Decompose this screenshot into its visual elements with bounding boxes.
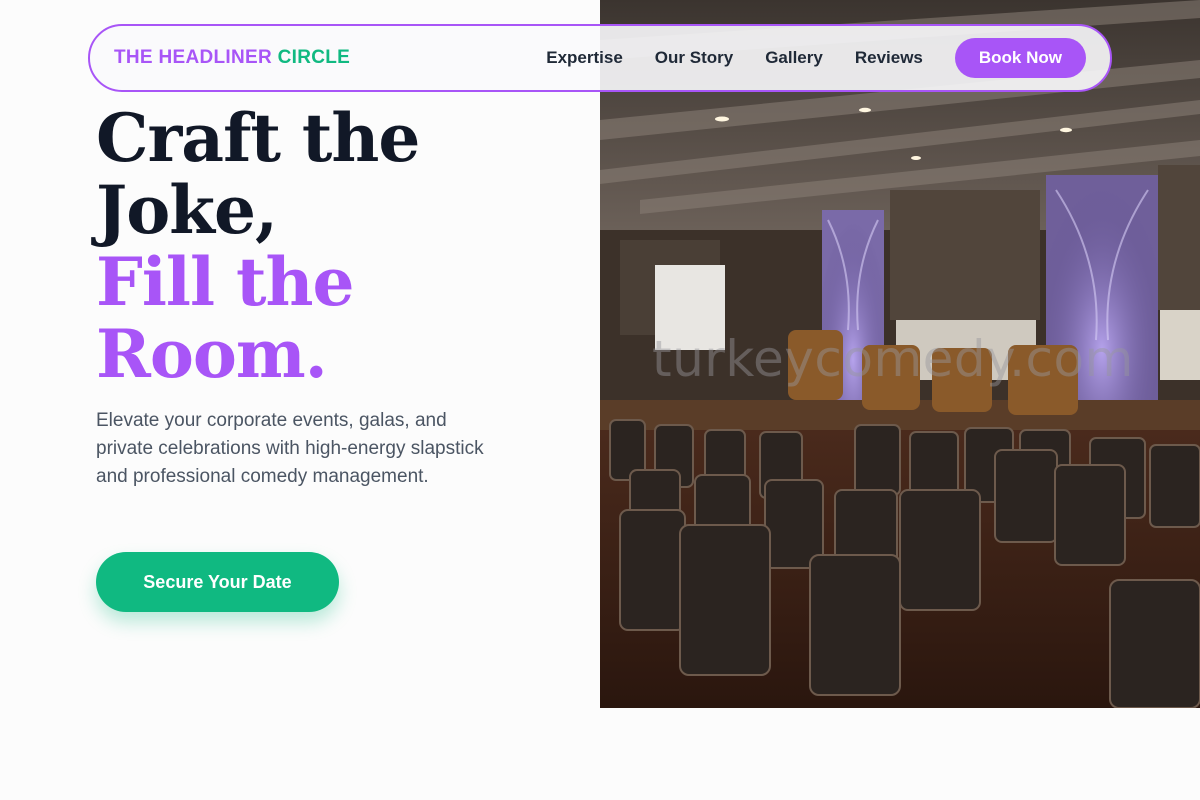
nav-link-expertise[interactable]: Expertise <box>546 48 623 68</box>
nav-link-reviews[interactable]: Reviews <box>855 48 923 68</box>
hero-subtitle: Elevate your corporate events, galas, an… <box>96 410 484 487</box>
hero-title-line-4: Room. <box>96 315 328 393</box>
brand-logo[interactable]: THE HEADLINER CIRCLE <box>114 47 350 69</box>
nav-link-our-story[interactable]: Our Story <box>655 48 733 68</box>
nav-link-gallery[interactable]: Gallery <box>765 48 823 68</box>
brand-name-accent: CIRCLE <box>277 47 351 68</box>
brand-name-main: THE HEADLINER <box>114 47 273 68</box>
hero-title-line-2: Joke, <box>96 171 278 249</box>
hero-title-line-3: Fill the <box>96 243 355 321</box>
nav-links: Expertise Our Story Gallery Reviews Book… <box>546 38 1086 78</box>
hero-image: turkeycomedy.com <box>600 0 1200 708</box>
book-now-button[interactable]: Book Now <box>954 38 1086 78</box>
secure-your-date-button[interactable]: Secure Your Date <box>96 552 339 612</box>
hero-title: Craft the Joke, Fill the Room. <box>96 102 576 390</box>
hero-title-line-1: Craft the <box>96 99 420 177</box>
navbar: THE HEADLINER CIRCLE Expertise Our Story… <box>88 24 1112 92</box>
watermark-text: turkeycomedy.com <box>652 330 1134 388</box>
